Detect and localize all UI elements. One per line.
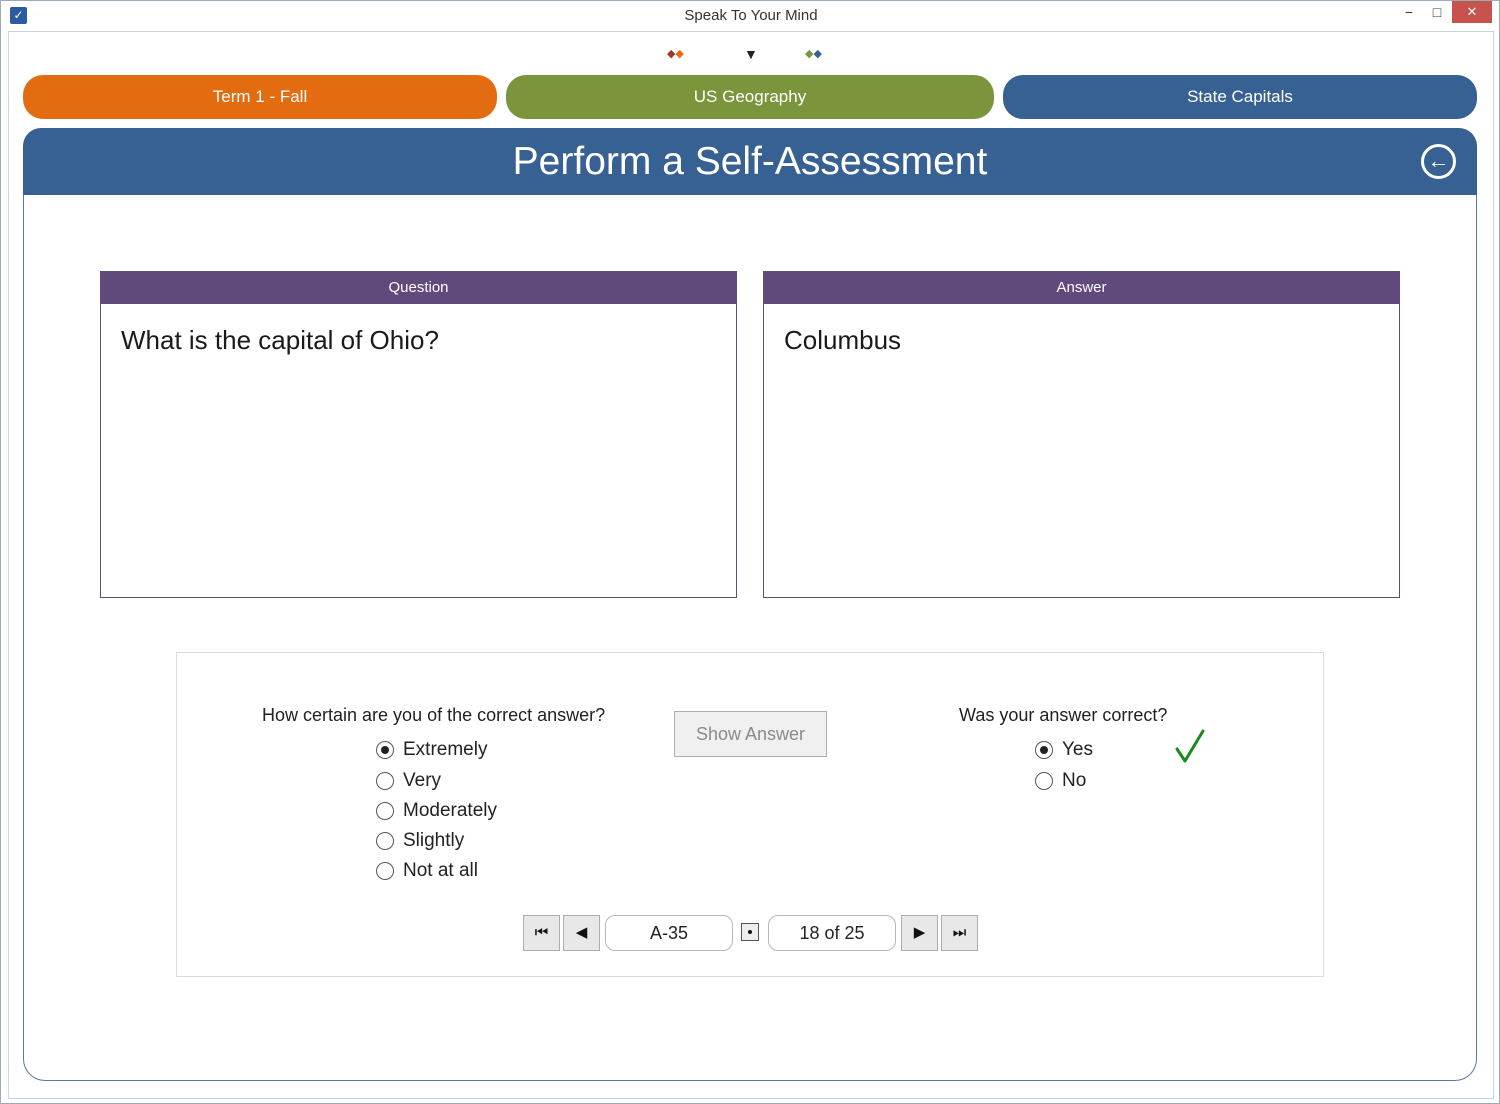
- close-icon[interactable]: ✕: [1452, 1, 1492, 23]
- certainty-option-slightly[interactable]: Slightly: [376, 830, 536, 854]
- show-answer-button[interactable]: Show Answer: [674, 711, 827, 757]
- question-card: Question What is the capital of Ohio?: [100, 271, 737, 598]
- radio-selected-icon[interactable]: [376, 741, 394, 759]
- page-title: Perform a Self-Assessment: [512, 140, 988, 183]
- breadcrumb-diamonds-left: ◆◆: [667, 44, 684, 64]
- minimize-icon[interactable]: −: [1396, 1, 1422, 23]
- breadcrumb-diamonds-right: ◆◆: [805, 44, 822, 64]
- window-title: Speak To Your Mind: [684, 7, 818, 24]
- certainty-option-moderately[interactable]: Moderately: [376, 800, 536, 824]
- radio-icon[interactable]: [376, 772, 394, 790]
- correct-option-label: No: [1062, 770, 1087, 791]
- radio-icon[interactable]: [376, 802, 394, 820]
- card-position-field[interactable]: 18 of 25: [768, 915, 896, 951]
- certainty-option-not-at-all[interactable]: Not at all: [376, 860, 536, 884]
- first-card-button[interactable]: ⏮: [523, 915, 560, 951]
- next-card-button[interactable]: ▶: [901, 915, 938, 951]
- previous-card-button[interactable]: ◀: [563, 915, 600, 951]
- certainty-option-label: Moderately: [403, 800, 497, 821]
- question-heading: Question: [101, 272, 736, 304]
- go-to-card-icon[interactable]: [741, 923, 759, 941]
- certainty-option-extremely[interactable]: Extremely: [376, 739, 536, 763]
- last-card-button[interactable]: ⏭: [941, 915, 978, 951]
- radio-icon[interactable]: [376, 862, 394, 880]
- certainty-option-label: Very: [403, 770, 442, 791]
- title-bar: ✓ Speak To Your Mind − □ ✕: [1, 1, 1499, 31]
- page-header: Perform a Self-Assessment ←: [23, 128, 1477, 195]
- correct-option-label: Yes: [1062, 739, 1093, 760]
- answer-heading: Answer: [764, 272, 1399, 304]
- radio-icon[interactable]: [1035, 772, 1053, 790]
- tab-subject[interactable]: US Geography: [506, 75, 994, 119]
- answer-card: Answer Columbus: [763, 271, 1400, 598]
- radio-icon[interactable]: [376, 832, 394, 850]
- maximize-icon[interactable]: □: [1424, 1, 1450, 23]
- breadcrumb-arrow-icon: ▼: [744, 46, 758, 62]
- certainty-option-label: Extremely: [403, 739, 488, 760]
- correct-option-yes[interactable]: Yes: [1035, 739, 1135, 763]
- certainty-option-label: Slightly: [403, 830, 465, 851]
- correctness-prompt: Was your answer correct?: [959, 705, 1168, 725]
- assessment-panel: How certain are you of the correct answe…: [176, 652, 1324, 977]
- diamond-icon: ◆: [813, 48, 822, 60]
- answer-text: Columbus: [784, 325, 902, 355]
- certainty-prompt: How certain are you of the correct answe…: [262, 705, 606, 725]
- tab-term[interactable]: Term 1 - Fall: [23, 75, 497, 119]
- correct-option-no[interactable]: No: [1035, 770, 1135, 794]
- certainty-option-very[interactable]: Very: [376, 770, 536, 794]
- checkmark-icon: [1175, 729, 1205, 763]
- question-text: What is the capital of Ohio?: [121, 325, 439, 355]
- certainty-option-label: Not at all: [403, 860, 478, 881]
- radio-selected-icon[interactable]: [1035, 741, 1053, 759]
- back-arrow-circle-icon[interactable]: ←: [1421, 144, 1456, 179]
- diamond-icon: ◆: [675, 48, 684, 60]
- card-code-field[interactable]: A-35: [605, 915, 733, 951]
- tab-deck[interactable]: State Capitals: [1003, 75, 1477, 119]
